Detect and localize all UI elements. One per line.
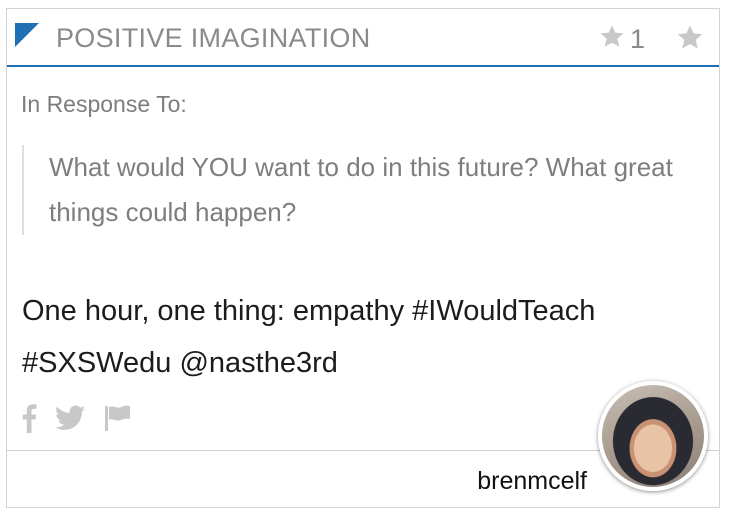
card-header: POSITIVE IMAGINATION 1: [7, 9, 719, 67]
in-response-label: In Response To:: [21, 91, 187, 117]
twitter-icon[interactable]: [55, 405, 85, 436]
prompt-quote: What would YOU want to do in this future…: [22, 145, 689, 235]
author-avatar[interactable]: [598, 381, 708, 491]
facebook-icon[interactable]: [21, 403, 37, 438]
star-count-icon: [598, 23, 626, 56]
social-actions: [21, 403, 133, 438]
category-corner-icon: [15, 23, 39, 47]
author-username[interactable]: brenmcelf: [477, 467, 587, 496]
star-count-group: 1: [598, 23, 645, 56]
star-count: 1: [629, 24, 645, 54]
flag-icon[interactable]: [103, 404, 133, 437]
category-title: POSITIVE IMAGINATION: [56, 23, 371, 53]
response-text: One hour, one thing: empathy #IWouldTeac…: [22, 295, 596, 379]
star-button[interactable]: [675, 23, 705, 58]
